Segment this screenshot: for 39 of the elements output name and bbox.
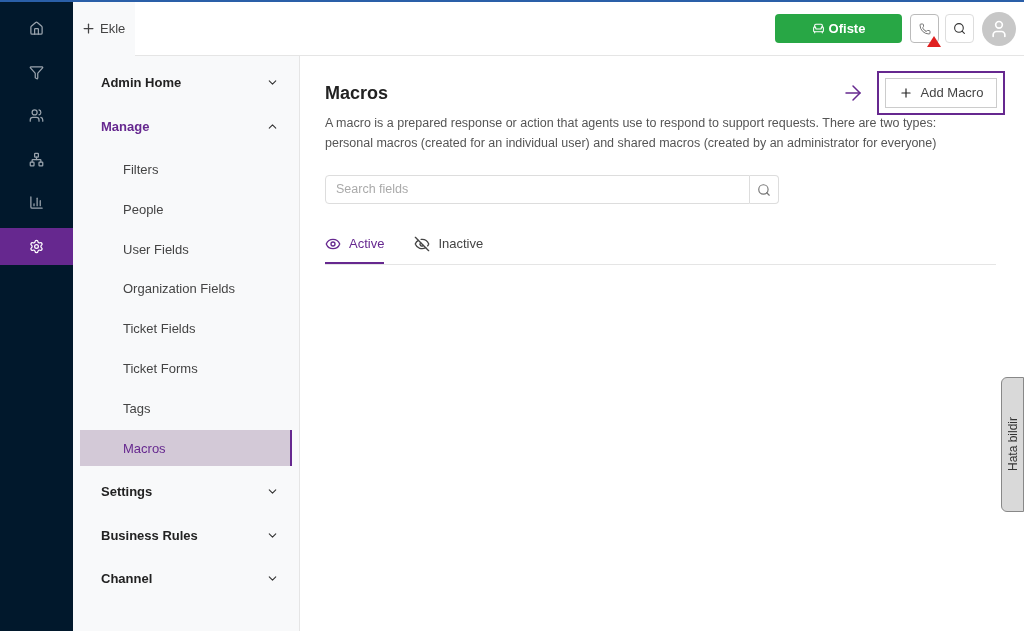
sidebar-item[interactable]: Tags bbox=[80, 390, 292, 427]
settings-nav-button[interactable] bbox=[0, 227, 73, 265]
plus-icon bbox=[81, 21, 96, 36]
search-field[interactable]: Search fields bbox=[325, 175, 750, 204]
eye-icon bbox=[325, 236, 341, 252]
hierarchy-icon bbox=[29, 151, 44, 167]
plus-icon bbox=[898, 86, 913, 100]
page-description: A macro is a prepared response or action that agents use to respond to support requests. There are two types: personal macros (created for an individual user) and shared macros (created by an administrator for everyone) bbox=[325, 115, 938, 152]
sidebar-item[interactable]: Filters bbox=[80, 151, 292, 188]
add-macro-button[interactable]: Add Macro bbox=[885, 78, 997, 108]
alert-icon bbox=[927, 36, 941, 47]
user-icon bbox=[989, 18, 1009, 39]
sidebar-item[interactable]: User Fields bbox=[80, 231, 292, 268]
funnel-icon bbox=[29, 64, 44, 80]
sidebar-item[interactable]: Macros bbox=[80, 430, 292, 467]
chart-icon bbox=[29, 195, 44, 210]
tab[interactable]: Active bbox=[325, 226, 385, 264]
search-icon[interactable] bbox=[750, 175, 779, 204]
phone-icon bbox=[918, 22, 931, 35]
tab[interactable]: Inactive bbox=[414, 226, 484, 264]
settings-icon bbox=[29, 238, 44, 254]
sidebar-section[interactable]: Admin Home bbox=[73, 61, 299, 105]
search-icon bbox=[953, 22, 966, 35]
sidebar-section[interactable]: Business Rules bbox=[73, 513, 299, 558]
search-button[interactable] bbox=[945, 14, 974, 43]
sidebar-section[interactable]: Settings bbox=[73, 470, 299, 514]
sidebar-item[interactable]: Ticket Fields bbox=[80, 311, 292, 347]
page-title: Macros bbox=[325, 81, 389, 105]
users-icon bbox=[29, 108, 44, 123]
chair-icon bbox=[811, 22, 825, 35]
add-button[interactable]: Ekle bbox=[73, 2, 135, 56]
eye-off-icon bbox=[414, 236, 431, 252]
feedback-tab[interactable]: Hata bildir bbox=[1001, 377, 1024, 512]
sidebar-item[interactable]: Ticket Forms bbox=[80, 350, 292, 387]
sidebar-item[interactable]: Organization Fields bbox=[80, 271, 292, 308]
home-icon bbox=[29, 21, 44, 36]
sidebar-section[interactable]: Manage bbox=[73, 104, 299, 148]
sidebar-section[interactable]: Channel bbox=[73, 557, 299, 601]
sidebar-item[interactable]: People bbox=[80, 191, 292, 228]
